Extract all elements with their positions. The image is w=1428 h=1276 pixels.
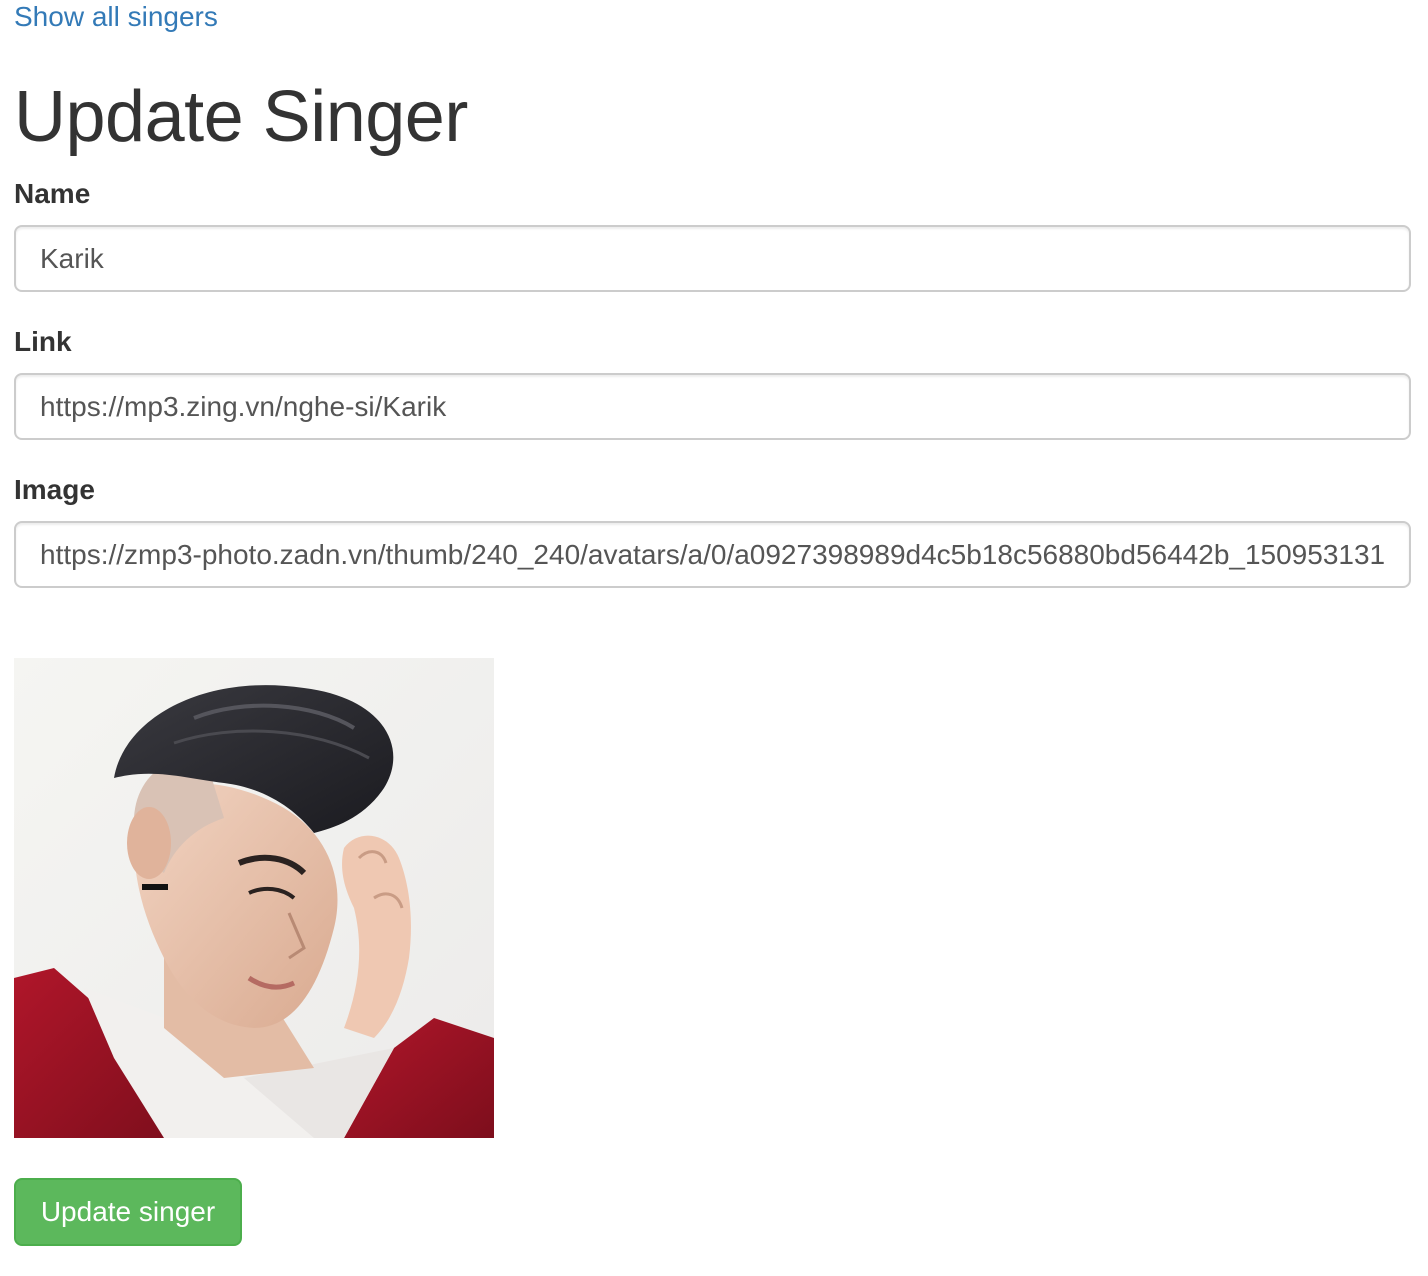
name-label: Name: [14, 178, 91, 209]
name-input[interactable]: [14, 225, 1411, 292]
link-input[interactable]: [14, 373, 1411, 440]
singer-photo-icon: [14, 658, 494, 1138]
show-all-singers-link[interactable]: Show all singers: [14, 0, 218, 34]
image-label: Image: [14, 474, 95, 505]
image-url-input[interactable]: [14, 521, 1411, 588]
singer-image-preview: [14, 658, 494, 1138]
update-singer-page: Show all singers Update Singer Name Link…: [0, 0, 1428, 1276]
link-label: Link: [14, 326, 72, 357]
update-singer-button[interactable]: Update singer: [14, 1178, 242, 1246]
page-title: Update Singer: [14, 77, 468, 157]
